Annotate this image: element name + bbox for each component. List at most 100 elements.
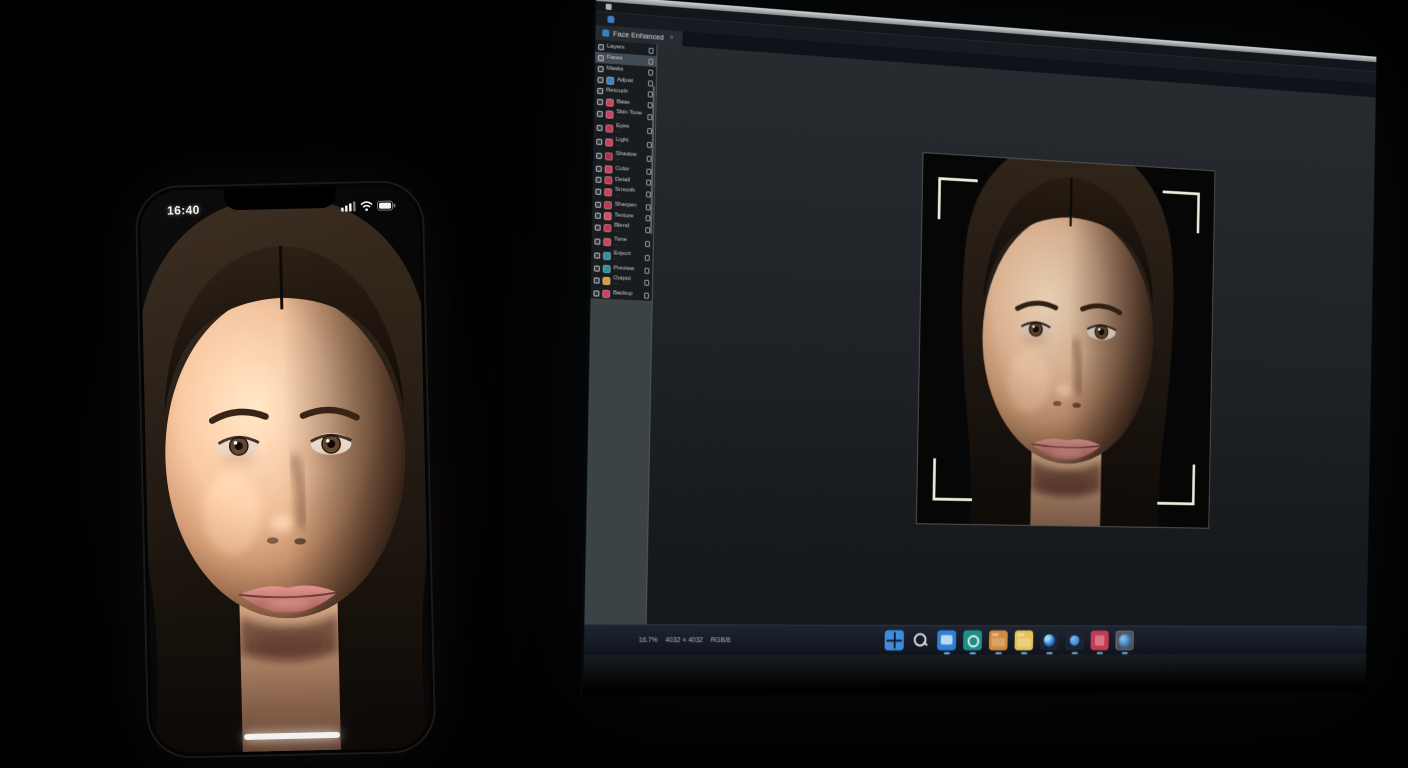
- layer-thumbnail: [606, 110, 614, 118]
- phone-portrait-photo: [140, 185, 432, 754]
- layer-sublabel: ···: [614, 257, 642, 264]
- wifi-icon: [360, 201, 373, 211]
- taskbar-start-icon[interactable]: [885, 630, 904, 650]
- focus-corner-bottom-right: [1157, 464, 1195, 506]
- layer-thumbnail: [604, 188, 612, 196]
- lock-icon[interactable]: [644, 280, 649, 286]
- visibility-toggle-icon[interactable]: [595, 189, 601, 195]
- workspace-icon: [607, 16, 614, 23]
- visibility-toggle-icon[interactable]: [595, 212, 601, 218]
- layer-thumbnail: [602, 277, 610, 285]
- visibility-toggle-icon[interactable]: [594, 277, 600, 283]
- layer-label: Preview: [613, 266, 641, 274]
- phone-clock: 16:40: [167, 203, 200, 218]
- taskbar-file-explorer-icon[interactable]: [937, 630, 956, 650]
- visibility-toggle-icon[interactable]: [595, 201, 601, 207]
- image-dimensions: 4032 × 4032: [665, 637, 703, 644]
- visibility-toggle-icon[interactable]: [596, 176, 602, 182]
- phone-screen[interactable]: 16:40: [140, 185, 432, 754]
- layer-thumbnail: [606, 98, 614, 106]
- visibility-toggle-icon[interactable]: [598, 43, 604, 49]
- layer-thumbnail: [603, 224, 611, 232]
- taskbar-folder-yellow-icon[interactable]: [1014, 630, 1033, 650]
- taskbar-folder-orange-icon[interactable]: [989, 630, 1008, 650]
- taskbar-app-red-icon[interactable]: [1090, 631, 1108, 651]
- visibility-toggle-icon[interactable]: [597, 87, 603, 93]
- layer-thumbnail: [603, 238, 611, 246]
- app-logo-icon: [606, 4, 612, 10]
- layer-thumbnail: [605, 138, 613, 146]
- lock-icon[interactable]: [649, 47, 654, 53]
- editor-canvas[interactable]: [647, 44, 1376, 626]
- layer-thumbnail: [605, 124, 613, 132]
- layer-label: Masks: [606, 66, 645, 75]
- layer-label: Texture: [614, 213, 642, 221]
- layers-sidebar: Layers Faces: [584, 40, 657, 624]
- taskbar-search-icon[interactable]: [911, 630, 930, 650]
- taskbar-photo-editor-icon[interactable]: [1115, 631, 1133, 651]
- lock-icon[interactable]: [645, 267, 650, 273]
- visibility-toggle-icon[interactable]: [596, 139, 602, 145]
- layer-row[interactable]: Backup: [590, 287, 651, 301]
- tab-close-icon[interactable]: ×: [670, 34, 674, 41]
- focus-corner-top-left: [938, 177, 978, 221]
- taskbar-app-teal-icon[interactable]: [963, 630, 982, 650]
- layer-sublabel: ···: [614, 243, 642, 250]
- photo-selection-frame: [916, 152, 1216, 529]
- layer-thumbnail: [603, 264, 611, 272]
- lock-icon[interactable]: [645, 255, 650, 261]
- visibility-toggle-icon[interactable]: [597, 76, 603, 82]
- layer-thumbnail: [604, 176, 612, 184]
- taskbar-app-blue-icon[interactable]: [1065, 631, 1084, 651]
- visibility-toggle-icon[interactable]: [598, 54, 604, 60]
- visibility-toggle-icon[interactable]: [596, 165, 602, 171]
- layer-thumbnail: [604, 212, 612, 220]
- visibility-toggle-icon[interactable]: [594, 265, 600, 271]
- taskbar-edge-browser-icon[interactable]: [1040, 630, 1059, 650]
- smartphone: 16:40: [135, 180, 437, 759]
- layer-thumbnail: [605, 152, 613, 160]
- visibility-toggle-icon[interactable]: [596, 153, 602, 159]
- layer-label: Backup: [613, 291, 641, 298]
- layer-thumbnail: [603, 252, 611, 260]
- visibility-toggle-icon[interactable]: [597, 98, 603, 104]
- document-tab-label: Face Enhanced: [613, 29, 664, 42]
- visibility-toggle-icon[interactable]: [595, 225, 601, 231]
- taskbar: 16.7% 4032 × 4032 RGB/8: [584, 624, 1367, 655]
- visibility-toggle-icon[interactable]: [597, 125, 603, 131]
- monitor-screen: Face Enhanced × Layers: [580, 0, 1376, 696]
- cellular-icon: [341, 201, 356, 211]
- layer-thumbnail: [605, 165, 613, 173]
- zoom-level[interactable]: 16.7%: [639, 637, 658, 644]
- layer-sublabel: ···: [613, 282, 641, 288]
- visibility-toggle-icon[interactable]: [593, 290, 599, 296]
- lock-icon[interactable]: [644, 292, 649, 298]
- lock-icon[interactable]: [648, 69, 653, 75]
- visibility-toggle-icon[interactable]: [598, 65, 604, 71]
- layer-sublabel: ···: [614, 229, 642, 236]
- lock-icon[interactable]: [645, 241, 650, 247]
- layer-thumbnail: [602, 289, 610, 297]
- layer-label: Retouch: [606, 88, 645, 97]
- layer-label: Layers: [607, 44, 646, 53]
- layer-thumbnail: [604, 201, 612, 209]
- layer-label: Color: [615, 166, 643, 174]
- layer-label: Base: [617, 99, 645, 107]
- visibility-toggle-icon[interactable]: [594, 252, 600, 258]
- visibility-toggle-icon[interactable]: [594, 238, 600, 244]
- layer-label: Sharpen: [615, 202, 643, 210]
- layer-thumbnail: [606, 76, 614, 85]
- monitor-bottom-shadow: [583, 654, 1366, 696]
- battery-icon: [377, 200, 396, 210]
- taskbar-icons: [885, 630, 1134, 650]
- app-status-bar: 16.7% 4032 × 4032 RGB/8: [639, 637, 731, 644]
- visibility-toggle-icon[interactable]: [597, 111, 603, 117]
- document-icon: [602, 29, 609, 36]
- layer-label: Detail: [615, 177, 643, 185]
- color-mode: RGB/8: [711, 637, 731, 644]
- layer-label: Adjust: [617, 78, 645, 86]
- layer-label: Faces: [607, 55, 646, 64]
- focus-corner-top-right: [1162, 190, 1200, 233]
- focus-corner-bottom-left: [933, 458, 973, 501]
- lock-icon[interactable]: [648, 58, 653, 64]
